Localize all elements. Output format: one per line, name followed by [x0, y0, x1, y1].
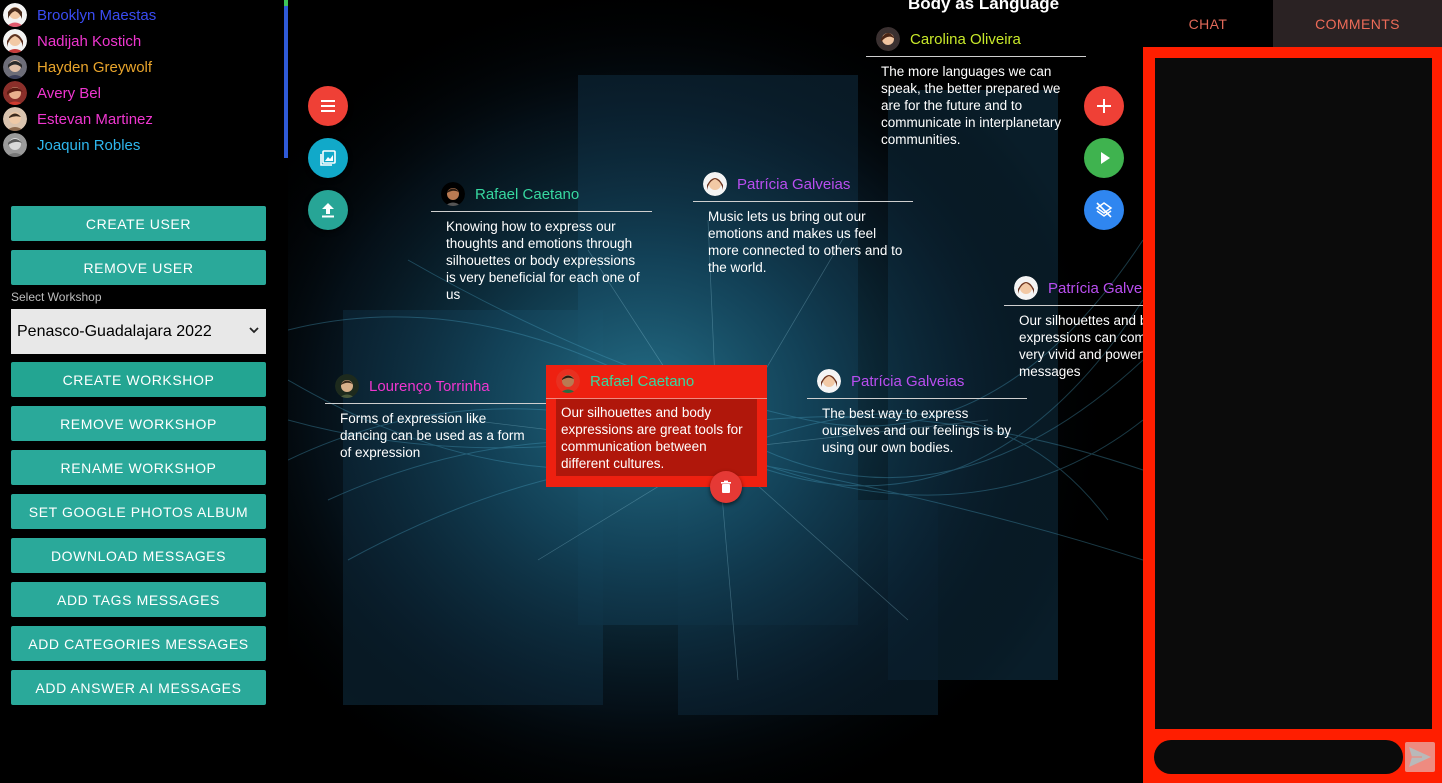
- avatar: [3, 3, 27, 27]
- avatar: [335, 374, 359, 398]
- add-categories-messages-button[interactable]: ADD CATEGORIES MESSAGES: [11, 626, 266, 661]
- send-button[interactable]: [1405, 742, 1435, 772]
- note-author: Patrícia Galveias: [851, 372, 965, 390]
- avatar: [3, 55, 27, 79]
- image-button[interactable]: [308, 138, 348, 178]
- admin-sidebar: Brooklyn Maestas Nadijah Kostich Hayden …: [0, 0, 288, 783]
- tab-comments[interactable]: COMMENTS: [1273, 0, 1442, 47]
- avatar: [3, 133, 27, 157]
- image-icon: [320, 150, 336, 166]
- comments-list[interactable]: [1155, 58, 1432, 729]
- user-list: Brooklyn Maestas Nadijah Kostich Hayden …: [0, 0, 283, 160]
- note-header: Patrícia Galveias: [1004, 275, 1143, 301]
- workshop-select[interactable]: Penasco-Guadalajara 2022: [11, 309, 266, 354]
- note-author: Carolina Oliveira: [910, 30, 1021, 48]
- avatar: [876, 27, 900, 51]
- layers-off-icon: [1095, 202, 1113, 218]
- layers-button[interactable]: [1084, 190, 1124, 230]
- note-header: Lourenço Torrinha: [325, 373, 547, 399]
- set-google-photos-album-button[interactable]: SET GOOGLE PHOTOS ALBUM: [11, 494, 266, 529]
- rename-workshop-button[interactable]: RENAME WORKSHOP: [11, 450, 266, 485]
- comments-panel: CHAT COMMENTS: [1143, 0, 1442, 783]
- avatar: [3, 81, 27, 105]
- note-text: Our silhouettes and body expressions are…: [556, 399, 757, 476]
- avatar: [556, 369, 580, 393]
- user-item[interactable]: Hayden Greywolf: [3, 54, 152, 80]
- remove-workshop-button[interactable]: REMOVE WORKSHOP: [11, 406, 266, 441]
- note-card[interactable]: Carolina Oliveira The more languages we …: [866, 26, 1086, 148]
- add-tags-messages-button[interactable]: ADD TAGS MESSAGES: [11, 582, 266, 617]
- user-name: Estevan Martinez: [37, 110, 153, 128]
- note-card-selected[interactable]: Rafael Caetano Our silhouettes and body …: [546, 365, 767, 487]
- avatar: [817, 369, 841, 393]
- note-header: Rafael Caetano: [546, 365, 767, 394]
- user-item[interactable]: Nadijah Kostich: [3, 28, 141, 54]
- user-name: Brooklyn Maestas: [37, 6, 157, 24]
- upload-button[interactable]: [308, 190, 348, 230]
- note-text: Knowing how to express our thoughts and …: [446, 219, 640, 302]
- avatar: [441, 182, 465, 206]
- note-header: Patrícia Galveias: [807, 368, 1027, 394]
- note-author: Lourenço Torrinha: [369, 377, 490, 395]
- chevron-down-icon: [249, 327, 259, 334]
- note-author: Patrícia Galveias: [737, 175, 851, 193]
- trash-icon: [721, 480, 731, 493]
- note-card[interactable]: Patrícia Galveias The best way to expres…: [807, 368, 1027, 456]
- note-text: Forms of expression like dancing can be …: [340, 411, 525, 460]
- note-card[interactable]: Patrícia Galveias Our silhouettes and bo…: [1004, 275, 1143, 380]
- note-card[interactable]: Rafael Caetano Knowing how to express ou…: [431, 181, 652, 303]
- tab-chat[interactable]: CHAT: [1143, 0, 1273, 47]
- note-text: The best way to express ourselves and ou…: [822, 406, 1012, 455]
- user-item[interactable]: Joaquin Robles: [3, 132, 140, 158]
- user-name: Joaquin Robles: [37, 136, 141, 154]
- note-header: Carolina Oliveira: [866, 26, 1086, 52]
- note-header: Rafael Caetano: [431, 181, 652, 207]
- comments-frame: [1143, 47, 1442, 783]
- note-text: The more languages we can speak, the bet…: [881, 64, 1062, 147]
- comment-input[interactable]: [1154, 740, 1403, 774]
- note-card[interactable]: Lourenço Torrinha Forms of expression li…: [325, 373, 547, 461]
- plus-icon: [1097, 99, 1111, 113]
- board-canvas[interactable]: Body as Language Carolina Oliveira The m…: [288, 0, 1143, 783]
- user-name: Avery Bel: [37, 84, 101, 102]
- avatar: [3, 107, 27, 131]
- send-icon: [1409, 747, 1431, 767]
- workshop-select-value: Penasco-Guadalajara 2022: [17, 322, 212, 340]
- avatar: [703, 172, 727, 196]
- create-workshop-button[interactable]: CREATE WORKSHOP: [11, 362, 266, 397]
- play-button[interactable]: [1084, 138, 1124, 178]
- remove-user-button[interactable]: REMOVE USER: [11, 250, 266, 285]
- note-header: Patrícia Galveias: [693, 171, 913, 197]
- add-answer-ai-messages-button[interactable]: ADD ANSWER AI MESSAGES: [11, 670, 266, 705]
- avatar: [3, 29, 27, 53]
- download-messages-button[interactable]: DOWNLOAD MESSAGES: [11, 538, 266, 573]
- user-item[interactable]: Brooklyn Maestas: [3, 2, 156, 28]
- delete-note-button[interactable]: [710, 471, 742, 503]
- board-title: Body as Language: [908, 0, 1060, 13]
- user-item[interactable]: Estevan Martinez: [3, 106, 153, 132]
- user-name: Hayden Greywolf: [37, 58, 153, 76]
- user-item[interactable]: Avery Bel: [3, 80, 101, 106]
- user-name: Nadijah Kostich: [37, 32, 142, 50]
- create-user-button[interactable]: CREATE USER: [11, 206, 266, 241]
- menu-icon: [321, 100, 335, 112]
- workshop-select-label: Select Workshop: [11, 290, 102, 304]
- avatar: [1014, 276, 1038, 300]
- play-icon: [1101, 152, 1110, 164]
- note-author: Rafael Caetano: [590, 372, 695, 390]
- note-text: Music lets us bring out our emotions and…: [708, 209, 903, 275]
- add-note-button[interactable]: [1084, 86, 1124, 126]
- upload-icon: [322, 203, 334, 218]
- note-card[interactable]: Patrícia Galveias Music lets us bring ou…: [693, 171, 913, 276]
- note-author: Rafael Caetano: [475, 185, 580, 203]
- menu-button[interactable]: [308, 86, 348, 126]
- note-author: Patrícia Galveias: [1048, 279, 1143, 297]
